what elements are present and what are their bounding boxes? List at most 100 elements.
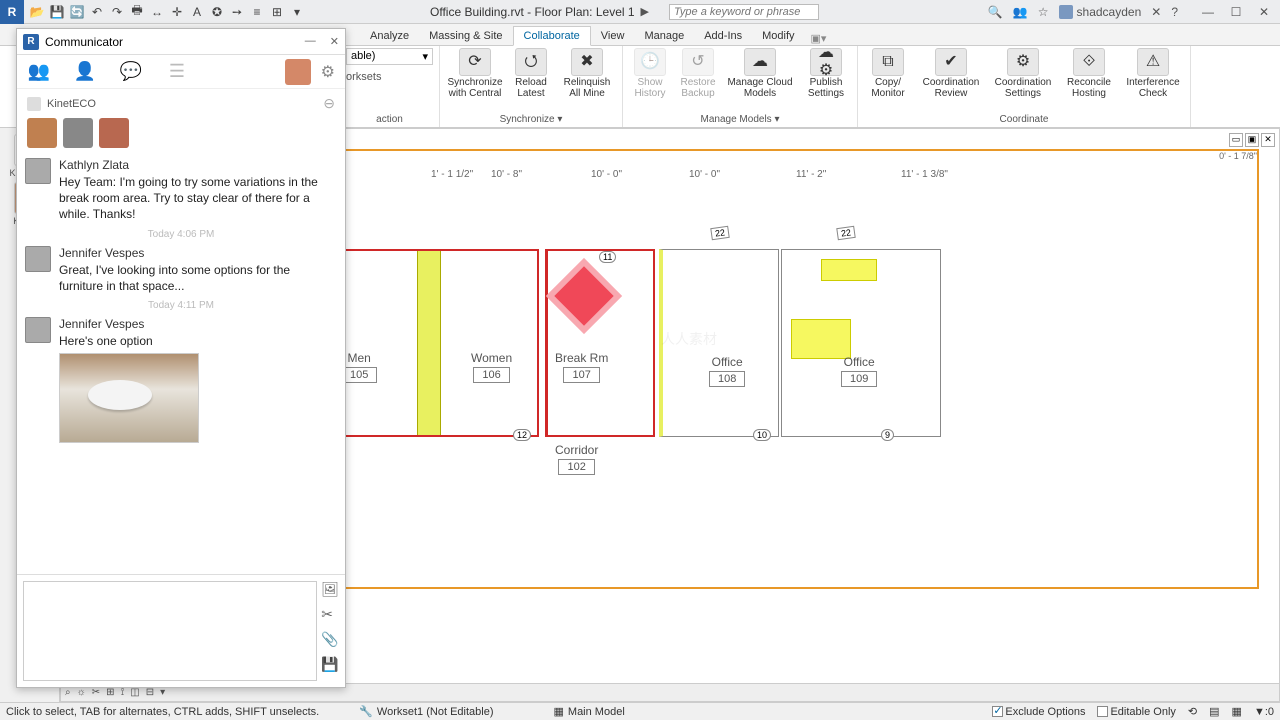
msg-sender: Jennifer Vespes xyxy=(59,317,337,331)
copy-monitor-button[interactable]: ⧉Copy/ Monitor xyxy=(864,48,912,99)
coord-review-button[interactable]: ✔Coordination Review xyxy=(918,48,984,99)
sb-icon-3[interactable]: ▦ xyxy=(1232,705,1242,718)
vcb-icon7[interactable]: ⊟ xyxy=(146,687,154,698)
view-control-1[interactable]: ▭ xyxy=(1229,133,1243,147)
tab-modify[interactable]: Modify xyxy=(752,27,804,45)
contacts-tab-icon[interactable]: 👥 xyxy=(27,60,51,84)
communicator-header[interactable]: R Communicator — ✕ xyxy=(17,29,345,55)
msg-attachment-image[interactable] xyxy=(59,353,199,443)
vcb-icon6[interactable]: ◫ xyxy=(130,687,139,698)
sb-icon-2[interactable]: ▤ xyxy=(1209,705,1219,718)
status-hint: Click to select, TAB for alternates, CTR… xyxy=(6,706,319,718)
communicator-close[interactable]: ✕ xyxy=(330,35,339,48)
message-1: Jennifer Vespes Great, I've looking into… xyxy=(25,246,337,294)
play-icon[interactable]: ▶ xyxy=(641,5,649,18)
panel-manage-models[interactable]: Manage Models ▾ xyxy=(701,113,780,125)
maximize-button[interactable]: ☐ xyxy=(1224,5,1248,19)
sb-icon-1[interactable]: ⟲ xyxy=(1188,705,1197,718)
editable-only-check[interactable]: Editable Only xyxy=(1097,706,1175,718)
sync-icon[interactable]: 🔄 xyxy=(68,3,86,21)
dim-3: 10' - 0" xyxy=(591,169,622,180)
tab-collaborate[interactable]: Collaborate xyxy=(513,26,591,46)
tab-massing[interactable]: Massing & Site xyxy=(419,27,512,45)
close-button[interactable]: ✕ xyxy=(1252,5,1276,19)
undo-icon[interactable]: ↶ xyxy=(88,3,106,21)
cloud-models-button[interactable]: ☁Manage Cloud Models xyxy=(725,48,795,99)
sync-central-button[interactable]: ⟳Synchronize with Central xyxy=(446,48,504,99)
close-views-icon[interactable]: ⊞ xyxy=(268,3,286,21)
save-icon[interactable]: 💾 xyxy=(48,3,66,21)
section-icon[interactable]: ➙ xyxy=(228,3,246,21)
exchange-icon[interactable]: ✕ xyxy=(1151,5,1161,19)
thin-lines-icon[interactable]: ≡ xyxy=(248,3,266,21)
compose-image-icon[interactable]: 🖼 xyxy=(321,581,339,598)
reconcile-button[interactable]: ⟐Reconcile Hosting xyxy=(1062,48,1116,99)
status-bar: Click to select, TAB for alternates, CTR… xyxy=(0,702,1280,720)
help-icon[interactable]: ? xyxy=(1171,5,1178,19)
publish-settings-button[interactable]: ☁⚙Publish Settings xyxy=(801,48,851,99)
star-icon[interactable]: ☆ xyxy=(1038,5,1049,19)
minimize-button[interactable]: — xyxy=(1196,5,1220,19)
tab-analyze[interactable]: Analyze xyxy=(360,27,419,45)
member-avatar-0[interactable] xyxy=(27,118,57,148)
vcb-icon4[interactable]: ⊞ xyxy=(106,687,114,698)
print-icon[interactable]: 🖶 xyxy=(128,3,146,21)
message-list[interactable]: Kathlyn Zlata Hey Team: I'm going to try… xyxy=(17,154,345,574)
vcb-icon5[interactable]: ⟟ xyxy=(121,687,125,698)
group-members xyxy=(17,118,345,154)
group-close-icon[interactable]: ⊖ xyxy=(323,95,335,112)
view-control-close[interactable]: ✕ xyxy=(1261,133,1275,147)
comm-icon[interactable]: 👥 xyxy=(1013,5,1028,19)
compose-input[interactable] xyxy=(23,581,317,681)
chat-tab-icon[interactable]: 💬 xyxy=(119,60,143,84)
interference-button[interactable]: ⚠Interference Check xyxy=(1122,48,1184,99)
signed-in-user[interactable]: shadcayden xyxy=(1059,5,1142,19)
tab-view[interactable]: View xyxy=(591,27,635,45)
panel-synchronize[interactable]: Synchronize ▾ xyxy=(500,113,563,125)
workset-icon[interactable]: 🔧 xyxy=(359,705,373,718)
vcb-icon8[interactable]: ▾ xyxy=(160,687,165,698)
open-icon[interactable]: 📂 xyxy=(28,3,46,21)
align-icon[interactable]: ✛ xyxy=(168,3,186,21)
office-108-block xyxy=(659,249,779,437)
3d-icon[interactable]: ✪ xyxy=(208,3,226,21)
compose-save-icon[interactable]: 💾 xyxy=(321,656,339,673)
vcb-icon[interactable]: ⌕ xyxy=(65,687,71,698)
tab-addins[interactable]: Add-Ins xyxy=(694,27,752,45)
active-workset[interactable]: Workset1 (Not Editable) xyxy=(377,706,494,718)
list-tab-icon[interactable]: ☰ xyxy=(165,60,189,84)
compose-attach-icon[interactable]: 📎 xyxy=(321,631,339,648)
member-avatar-1[interactable] xyxy=(63,118,93,148)
ribbon-expand-icon[interactable]: ▣▾ xyxy=(811,32,827,45)
compose-cut-icon[interactable]: ✂ xyxy=(321,606,339,623)
coord-settings-button[interactable]: ⚙Coordination Settings xyxy=(990,48,1056,99)
exclude-options-check[interactable]: Exclude Options xyxy=(992,706,1085,718)
design-option[interactable]: Main Model xyxy=(568,706,625,718)
design-option-icon[interactable]: ▦ xyxy=(554,705,564,718)
relinquish-button[interactable]: ✖Relinquish All Mine xyxy=(558,48,616,99)
measure-icon[interactable]: ↔ xyxy=(148,3,166,21)
text-icon[interactable]: A xyxy=(188,3,206,21)
switch-win-icon[interactable]: ▾ xyxy=(288,3,306,21)
app-menu-button[interactable]: R xyxy=(0,0,24,24)
communicator-minimize[interactable]: — xyxy=(305,35,316,48)
redo-icon[interactable]: ↷ xyxy=(108,3,126,21)
active-workset-dropdown[interactable]: able)▾ xyxy=(346,48,433,65)
chat-group-header[interactable]: KinetECO ⊖ xyxy=(17,89,345,118)
search-input[interactable] xyxy=(669,4,819,20)
worksets-button[interactable]: orksets xyxy=(346,71,433,83)
vcb-icon3[interactable]: ✂ xyxy=(92,687,100,698)
reload-latest-button[interactable]: ⭯Reload Latest xyxy=(510,48,552,99)
grid-11: 11 xyxy=(599,251,616,263)
dim-1: 1' - 1 1/2" xyxy=(431,169,473,180)
msg-text: Here's one option xyxy=(59,333,337,349)
view-control-2[interactable]: ▣ xyxy=(1245,133,1259,147)
member-avatar-2[interactable] xyxy=(99,118,129,148)
settings-icon[interactable]: ⚙ xyxy=(321,62,335,82)
binoculars-icon[interactable]: 🔍 xyxy=(988,5,1003,19)
current-user-avatar[interactable] xyxy=(285,59,311,85)
tab-manage[interactable]: Manage xyxy=(634,27,694,45)
filter-icon[interactable]: ▼:0 xyxy=(1254,706,1274,718)
vcb-icon2[interactable]: ☼ xyxy=(77,687,86,698)
person-tab-icon[interactable]: 👤 xyxy=(73,60,97,84)
